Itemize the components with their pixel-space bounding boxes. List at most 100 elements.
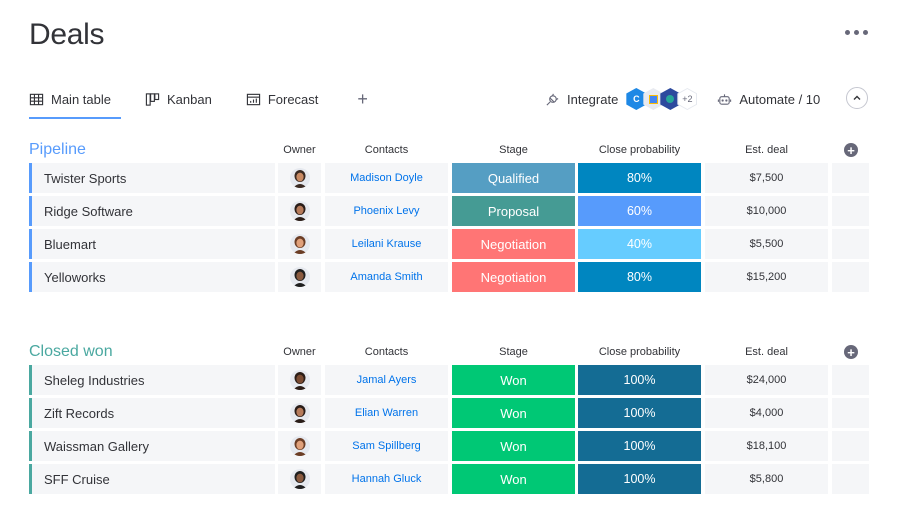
table-row: Waissman Gallery Sam Spillberg Won 100% … xyxy=(29,431,869,461)
probability-cell[interactable]: 100% xyxy=(578,431,701,461)
est-deal-value[interactable]: $10,000 xyxy=(705,196,828,226)
add-column-button[interactable]: + xyxy=(844,345,858,359)
item-name[interactable]: Waissman Gallery xyxy=(29,431,275,461)
column-header-stage[interactable]: Stage xyxy=(452,144,575,156)
contact-link[interactable]: Hannah Gluck xyxy=(325,464,448,494)
item-name[interactable]: Bluemart xyxy=(29,229,275,259)
tab-forecast[interactable]: Forecast xyxy=(246,87,318,111)
tab-main-table[interactable]: Main table xyxy=(29,87,121,119)
page-title: Deals xyxy=(29,18,105,51)
stage-status[interactable]: Won xyxy=(452,365,575,395)
contact-link[interactable]: Leilani Krause xyxy=(325,229,448,259)
column-header-contacts[interactable]: Contacts xyxy=(325,144,448,156)
column-header-deal[interactable]: Est. deal xyxy=(705,144,828,156)
empty-cell[interactable] xyxy=(832,163,869,193)
probability-cell[interactable]: 100% xyxy=(578,365,701,395)
tab-kanban[interactable]: Kanban xyxy=(145,87,212,111)
more-apps-badge[interactable]: +2 xyxy=(677,88,698,110)
collapse-header-button[interactable] xyxy=(846,87,868,109)
empty-cell[interactable] xyxy=(832,229,869,259)
item-name[interactable]: Twister Sports xyxy=(29,163,275,193)
table-row: Bluemart Leilani Krause Negotiation 40% … xyxy=(29,229,869,259)
column-header-stage[interactable]: Stage xyxy=(452,346,575,358)
stage-status[interactable]: Negotiation xyxy=(452,229,575,259)
empty-cell[interactable] xyxy=(832,464,869,494)
probability-cell[interactable]: 100% xyxy=(578,464,701,494)
plug-icon xyxy=(546,93,559,106)
avatar xyxy=(289,168,310,188)
group-rows: Sheleg Industries Jamal Ayers Won 100% $… xyxy=(29,365,869,494)
empty-cell[interactable] xyxy=(832,431,869,461)
owner-cell[interactable] xyxy=(278,229,321,259)
est-deal-value[interactable]: $5,800 xyxy=(705,464,828,494)
est-deal-value[interactable]: $7,500 xyxy=(705,163,828,193)
group-title[interactable]: Closed won xyxy=(29,343,113,361)
column-header-contacts[interactable]: Contacts xyxy=(325,346,448,358)
owner-cell[interactable] xyxy=(278,464,321,494)
contact-link[interactable]: Amanda Smith xyxy=(325,262,448,292)
board-toolbar: Integrate C +2 Automate / 10 xyxy=(545,86,820,112)
owner-cell[interactable] xyxy=(278,196,321,226)
est-deal-value[interactable]: $5,500 xyxy=(705,229,828,259)
empty-cell[interactable] xyxy=(832,398,869,428)
owner-cell[interactable] xyxy=(278,365,321,395)
column-header-probability[interactable]: Close probability xyxy=(578,346,701,358)
item-name[interactable]: Zift Records xyxy=(29,398,275,428)
robot-icon xyxy=(718,93,732,105)
integrate-button[interactable]: Integrate xyxy=(545,92,618,107)
column-header-probability[interactable]: Close probability xyxy=(578,144,701,156)
column-header-owner[interactable]: Owner xyxy=(278,144,321,156)
stage-status[interactable]: Proposal xyxy=(452,196,575,226)
stage-status[interactable]: Negotiation xyxy=(452,262,575,292)
empty-cell[interactable] xyxy=(832,262,869,292)
stage-status[interactable]: Won xyxy=(452,398,575,428)
avatar xyxy=(289,436,310,456)
add-column-button[interactable]: + xyxy=(844,143,858,157)
item-name[interactable]: Yelloworks xyxy=(29,262,275,292)
item-name[interactable]: Sheleg Industries xyxy=(29,365,275,395)
owner-cell[interactable] xyxy=(278,431,321,461)
contact-link[interactable]: Elian Warren xyxy=(325,398,448,428)
probability-cell[interactable]: 40% xyxy=(578,229,701,259)
probability-cell[interactable]: 60% xyxy=(578,196,701,226)
item-name[interactable]: Ridge Software xyxy=(29,196,275,226)
contact-link[interactable]: Phoenix Levy xyxy=(325,196,448,226)
stage-status[interactable]: Won xyxy=(452,431,575,461)
table-row: Twister Sports Madison Doyle Qualified 8… xyxy=(29,163,869,193)
dot-icon xyxy=(863,30,868,35)
est-deal-value[interactable]: $15,200 xyxy=(705,262,828,292)
est-deal-value[interactable]: $4,000 xyxy=(705,398,828,428)
stage-status[interactable]: Qualified xyxy=(452,163,575,193)
empty-cell[interactable] xyxy=(832,365,869,395)
stage-status[interactable]: Won xyxy=(452,464,575,494)
probability-cell[interactable]: 100% xyxy=(578,398,701,428)
group-closed-won: Closed won Owner Contacts Stage Close pr… xyxy=(29,341,869,497)
avatar xyxy=(289,469,310,489)
add-view-button[interactable]: + xyxy=(357,90,368,108)
kanban-icon xyxy=(145,92,160,106)
est-deal-value[interactable]: $24,000 xyxy=(705,365,828,395)
group-title[interactable]: Pipeline xyxy=(29,141,86,159)
est-deal-value[interactable]: $18,100 xyxy=(705,431,828,461)
table-row: Ridge Software Phoenix Levy Proposal 60%… xyxy=(29,196,869,226)
group-rows: Twister Sports Madison Doyle Qualified 8… xyxy=(29,163,869,292)
column-header-deal[interactable]: Est. deal xyxy=(705,346,828,358)
column-header-owner[interactable]: Owner xyxy=(278,346,321,358)
contact-link[interactable]: Madison Doyle xyxy=(325,163,448,193)
contact-link[interactable]: Jamal Ayers xyxy=(325,365,448,395)
dot-icon xyxy=(854,30,859,35)
item-name[interactable]: SFF Cruise xyxy=(29,464,275,494)
probability-cell[interactable]: 80% xyxy=(578,262,701,292)
automate-button[interactable]: Automate / 10 xyxy=(717,92,820,107)
dot-icon xyxy=(845,30,850,35)
empty-cell[interactable] xyxy=(832,196,869,226)
probability-cell[interactable]: 80% xyxy=(578,163,701,193)
owner-cell[interactable] xyxy=(278,398,321,428)
tab-label: Main table xyxy=(51,91,111,107)
owner-cell[interactable] xyxy=(278,262,321,292)
integration-apps[interactable]: C +2 xyxy=(626,88,698,110)
more-options-button[interactable] xyxy=(845,30,868,35)
contact-link[interactable]: Sam Spillberg xyxy=(325,431,448,461)
chart-icon xyxy=(246,93,260,105)
owner-cell[interactable] xyxy=(278,163,321,193)
